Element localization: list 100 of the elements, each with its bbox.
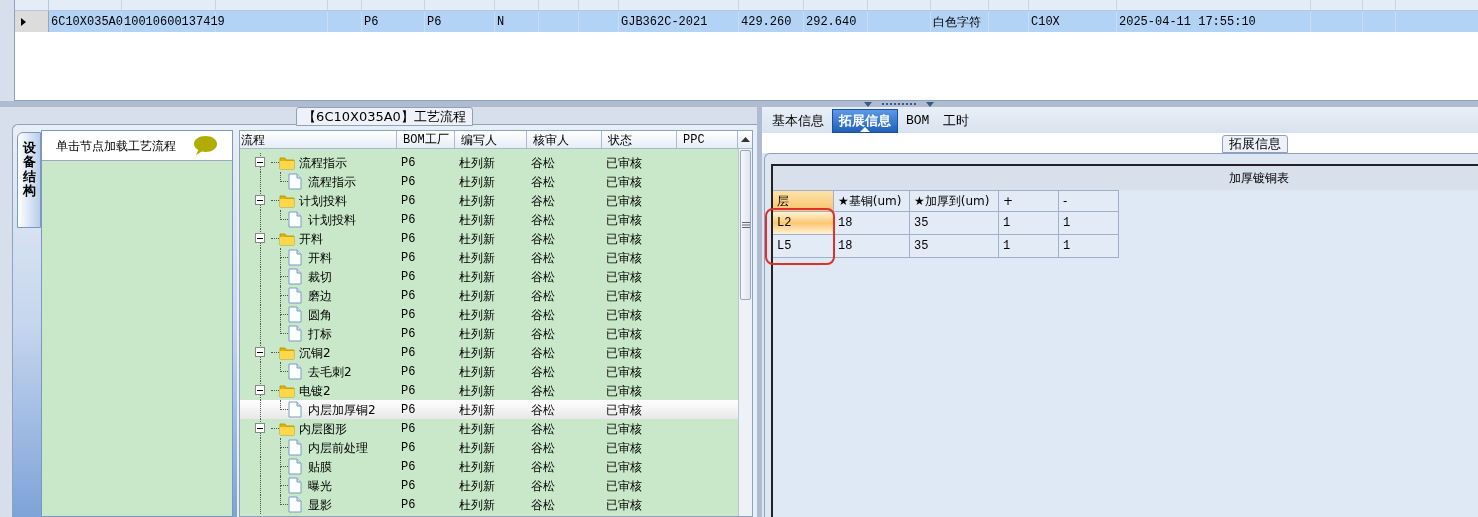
tree-row[interactable]: 计划投料 P6 杜列新 谷松 已审核: [240, 191, 738, 210]
table-cell-text: 谷松: [530, 363, 556, 381]
table-cell[interactable]: 35: [910, 212, 999, 235]
table-cell-text: P6: [400, 382, 417, 400]
table-cell-text: 谷松: [530, 287, 556, 305]
document-icon: [288, 268, 302, 285]
tree-row[interactable]: 曝光 P6 杜列新 谷松 已审核: [240, 476, 738, 495]
collapse-arrow-icon[interactable]: [864, 101, 872, 107]
document-icon: [288, 477, 302, 494]
scrollbar-thumb[interactable]: [740, 150, 751, 300]
column-header[interactable]: ★基铜(um): [834, 190, 910, 212]
tree-label: 流程指示: [299, 154, 347, 172]
table-cell-text: 已审核: [605, 249, 643, 267]
tree-label: 电镀2: [299, 382, 331, 400]
tree-row[interactable]: 打标 P6 杜列新 谷松 已审核: [240, 324, 738, 343]
table-cell-text: 谷松: [530, 420, 556, 438]
tab[interactable]: 拓展信息: [832, 109, 898, 133]
folder-icon: [279, 193, 295, 208]
table-cell[interactable]: 1: [1059, 235, 1119, 258]
table-cell-text: 谷松: [530, 382, 556, 400]
tree-label: 去毛刺2: [308, 363, 352, 381]
hint-text: 单击节点加载工艺流程: [56, 137, 176, 155]
column-header[interactable]: 状态: [602, 131, 677, 148]
tree-row[interactable]: 贴膜 P6 杜列新 谷松 已审核: [240, 457, 738, 476]
table-cell-text: 杜列新: [458, 154, 496, 172]
table-cell-text: 谷松: [530, 458, 556, 476]
document-icon: [288, 211, 302, 228]
tab[interactable]: BOM: [900, 109, 936, 133]
row-pointer-icon: [21, 17, 26, 26]
tree-row[interactable]: 开料 P6 杜列新 谷松 已审核: [240, 248, 738, 267]
table-cell-text: 谷松: [530, 173, 556, 191]
document-icon: [288, 173, 302, 190]
table-cell-text: 谷松: [530, 344, 556, 362]
table-cell[interactable]: 35: [910, 235, 999, 258]
table-cell-text: P6: [363, 13, 379, 31]
column-header[interactable]: PPC: [677, 131, 738, 148]
tree-row[interactable]: 计划投料 P6 杜列新 谷松 已审核: [240, 210, 738, 229]
column-header[interactable]: BOM工厂: [397, 131, 455, 148]
tree-row[interactable]: 沉铜2 P6 杜列新 谷松 已审核: [240, 343, 738, 362]
tree-label: 开料: [308, 249, 332, 267]
collapse-icon[interactable]: [255, 157, 265, 167]
tree-row[interactable]: 去毛刺2 P6 杜列新 谷松 已审核: [240, 362, 738, 381]
folder-icon: [279, 231, 295, 246]
table-cell-text: 杜列新: [458, 287, 496, 305]
collapse-arrow-icon[interactable]: [926, 101, 934, 107]
folder-icon: [279, 155, 295, 170]
collapse-icon[interactable]: [255, 195, 265, 205]
table-cell[interactable]: 1: [1059, 212, 1119, 235]
table-cell-text: 已审核: [605, 211, 643, 229]
table-cell-text: 谷松: [530, 325, 556, 343]
collapse-icon[interactable]: [255, 347, 265, 357]
table-cell[interactable]: 1: [999, 235, 1059, 258]
column-header[interactable]: ★加厚到(um): [910, 190, 999, 212]
table-cell[interactable]: 18: [834, 235, 910, 258]
group-title: 【6C10X035A0】工艺流程: [296, 107, 473, 126]
table-cell[interactable]: L2: [773, 212, 834, 235]
column-header[interactable]: 核审人: [527, 131, 602, 148]
tree-row[interactable]: 开料 P6 杜列新 谷松 已审核: [240, 229, 738, 248]
table-title: 加厚镀铜表: [1229, 170, 1289, 187]
tree-row[interactable]: 显影 P6 杜列新 谷松 已审核: [240, 495, 738, 514]
scroll-up-icon[interactable]: [740, 137, 750, 142]
table-cell[interactable]: 1: [999, 212, 1059, 235]
table-cell[interactable]: 18: [834, 212, 910, 235]
collapse-icon[interactable]: [255, 385, 265, 395]
tree-label: 计划投料: [299, 192, 347, 210]
grid-row[interactable]: 6C10X035A010010600137419 P6 P6 N GJB362C-2021 429.260 292.640 白色字符 C10X 2025-04-11 17:55:10: [15, 11, 1478, 32]
tree-row[interactable]: 流程指示 P6 杜列新 谷松 已审核: [240, 172, 738, 191]
table-cell-text: P6: [400, 211, 417, 229]
table-cell-text: P6: [400, 192, 417, 210]
table-cell-text: 杜列新: [458, 420, 496, 438]
column-header[interactable]: 流程: [240, 131, 397, 148]
tab[interactable]: 基本信息: [766, 109, 830, 133]
table-cell-text: 谷松: [530, 249, 556, 267]
tree-row[interactable]: 内层加厚铜2 P6 杜列新 谷松 已审核: [240, 400, 738, 419]
column-header[interactable]: -: [1059, 190, 1119, 212]
tree-row[interactable]: 磨边 P6 杜列新 谷松 已审核: [240, 286, 738, 305]
table-cell-text: 已审核: [605, 344, 643, 362]
folder-icon: [279, 421, 295, 436]
tree-row[interactable]: 内层图形 P6 杜列新 谷松 已审核: [240, 419, 738, 438]
tree-row[interactable]: 圆角 P6 杜列新 谷松 已审核: [240, 305, 738, 324]
table-cell-text: 已审核: [605, 230, 643, 248]
column-header[interactable]: 编写人: [455, 131, 527, 148]
tree-label: 显影: [308, 496, 332, 514]
tree-row[interactable]: 裁切 P6 杜列新 谷松 已审核: [240, 267, 738, 286]
tree-row[interactable]: 内层前处理 P6 杜列新 谷松 已审核: [240, 438, 738, 457]
table-cell[interactable]: L5: [773, 235, 834, 258]
collapse-icon[interactable]: [255, 233, 265, 243]
table-cell-text: 谷松: [530, 230, 556, 248]
tree-row[interactable]: 流程指示 P6 杜列新 谷松 已审核: [240, 153, 738, 172]
tree-label: 流程指示: [308, 173, 356, 191]
column-header[interactable]: +: [999, 190, 1059, 212]
table-cell-text: C10X: [1030, 13, 1060, 31]
table-cell-text: N: [496, 13, 505, 31]
table-cell-text: 杜列新: [458, 325, 496, 343]
side-tab[interactable]: 设备结构: [17, 132, 41, 228]
column-header[interactable]: 层: [773, 190, 834, 212]
collapse-icon[interactable]: [255, 423, 265, 433]
tab[interactable]: 工时: [937, 109, 976, 133]
table-cell-text: 杜列新: [458, 363, 496, 381]
tree-label: 沉铜2: [299, 344, 331, 362]
